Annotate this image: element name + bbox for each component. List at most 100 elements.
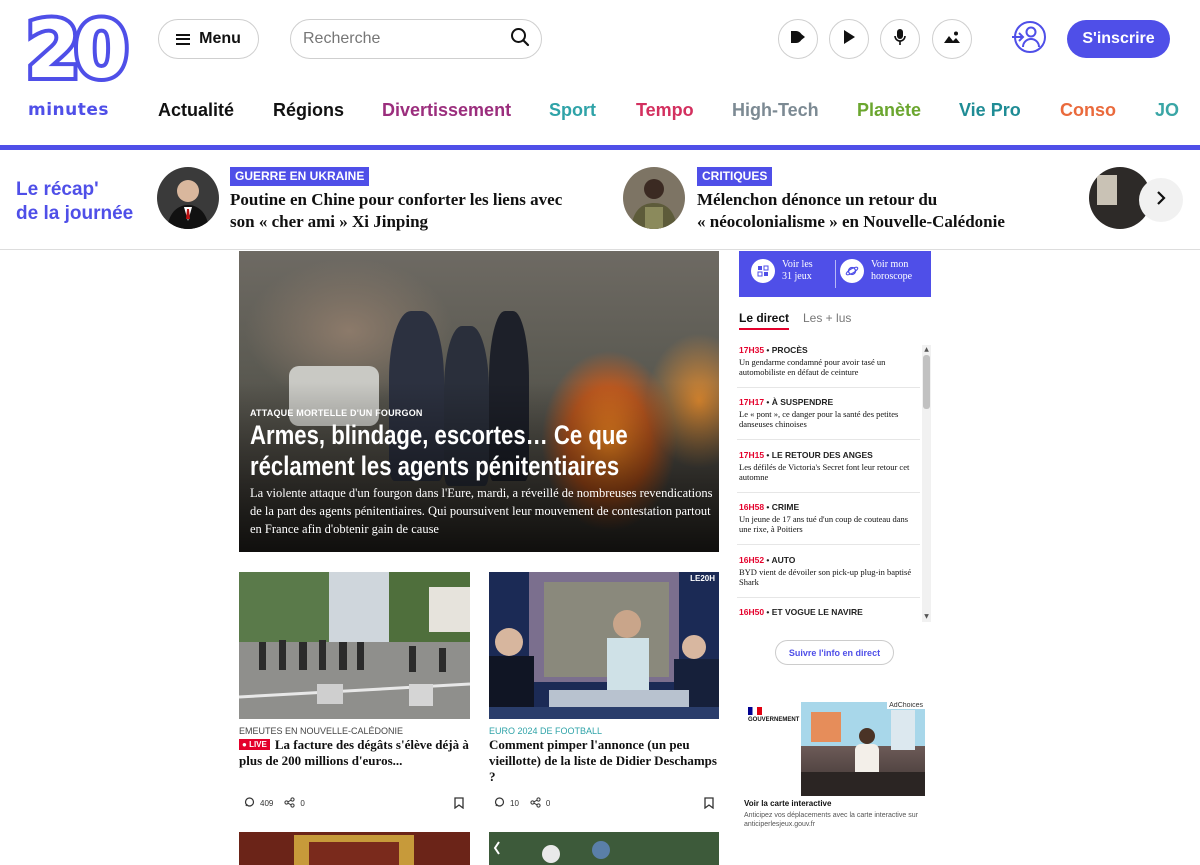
main-nav: Actualité Régions Divertissement Sport T… — [158, 100, 1200, 124]
advertisement[interactable]: GOUVERNEMENT AdChoices Voir la carte int… — [744, 701, 925, 831]
daily-recap: Le récap' de la journée GUERRE EN UKRAIN… — [0, 150, 1200, 250]
audio-button[interactable] — [880, 19, 920, 59]
menu-button[interactable]: Menu — [158, 19, 259, 59]
live-item-time: 16H50 — [739, 607, 765, 617]
recap-headline-line2: son « cher ami » Xi Jinping — [230, 212, 429, 231]
comment-icon[interactable] — [244, 797, 255, 810]
share-icon[interactable] — [530, 797, 541, 810]
live-item-category: PROCÈS — [771, 345, 808, 355]
ad-choices-label[interactable]: AdChoices — [887, 702, 925, 709]
sidebar-tabs: Le direct Les + lus — [739, 311, 931, 331]
recap-thumbnail — [157, 167, 219, 229]
live-item-header: 17H17 • À SUSPENDRE — [739, 397, 834, 407]
article-image[interactable] — [489, 832, 719, 865]
recap-tag: CRITIQUES — [697, 167, 773, 186]
article-kicker: ATTAQUE MORTELLE D'UN FOURGON — [250, 408, 423, 418]
ad-text: Anticipez vos déplacements avec la carte… — [744, 812, 918, 828]
recap-tag: GUERRE EN UKRAINE — [230, 167, 370, 186]
sidebar-cta: Voir les 31 jeux Voir mon horoscope — [739, 251, 931, 297]
card-title[interactable]: ● LIVE La facture des dégâts s'élève déjà… — [239, 737, 470, 769]
nav-item-jo[interactable]: JO — [1155, 100, 1179, 121]
article-image[interactable] — [239, 832, 470, 865]
card-title-text: La facture des dégâts s'élève déjà à plu… — [239, 737, 469, 768]
recap-headline-line1: Mélenchon dénonce un retour du — [697, 190, 938, 209]
live-feed-scrollbar[interactable]: ▲ ▼ — [922, 345, 931, 622]
article-summary: La violente attaque d'un fourgon dans l'… — [250, 486, 713, 536]
podcast-button[interactable] — [778, 19, 818, 59]
live-item[interactable]: 16H52 • AUTO BYD vient de dévoiler son p… — [737, 555, 920, 598]
site-logo[interactable]: 20 minutes — [22, 2, 132, 120]
article-image[interactable] — [239, 572, 470, 719]
live-item-text: Un gendarme condamné pour avoir tasé un … — [739, 357, 886, 377]
recap-title-line1: Le récap' — [16, 179, 99, 200]
games-link[interactable]: Voir les 31 jeux — [751, 259, 820, 283]
live-item-header: 17H15 • LE RETOUR DES ANGES — [739, 450, 873, 460]
bookmark-icon[interactable] — [454, 796, 464, 814]
recap-item[interactable]: CRITIQUES Mélenchon dénonce un retour du… — [623, 167, 1063, 237]
article-image[interactable]: LE20H — [489, 572, 719, 719]
scrollbar-thumb[interactable] — [923, 355, 930, 409]
nav-item-tempo[interactable]: Tempo — [636, 100, 694, 121]
scroll-up-arrow-icon[interactable]: ▲ — [923, 347, 930, 353]
article-title[interactable]: Armes, blindage, escortes… Ce que réclam… — [250, 420, 705, 482]
live-item[interactable]: 17H35 • PROCÈS Un gendarme condamné pour… — [737, 345, 920, 388]
live-item[interactable]: 17H17 • À SUSPENDRE Le « pont », ce dang… — [737, 397, 920, 440]
hamburger-icon — [176, 33, 191, 45]
recap-title: Le récap' de la journée — [16, 178, 133, 226]
cta-divider — [835, 260, 836, 288]
live-item-time: 17H35 — [739, 345, 765, 355]
live-item-category: AUTO — [771, 555, 796, 565]
live-item-category: ET VOGUE LE NAVIRE — [771, 607, 863, 617]
search-box — [290, 19, 542, 59]
bookmark-icon[interactable] — [704, 796, 714, 814]
live-item-time: 16H52 — [739, 555, 765, 565]
live-item-header: 17H35 • PROCÈS — [739, 345, 808, 355]
card-kicker: EURO 2024 DE FOOTBALL — [489, 726, 603, 736]
live-item-time: 16H58 — [739, 502, 765, 512]
share-icon[interactable] — [284, 797, 295, 810]
nav-item-sport[interactable]: Sport — [549, 100, 596, 121]
recap-next-button[interactable] — [1139, 178, 1183, 222]
live-feed: 17H35 • PROCÈS Un gendarme condamné pour… — [737, 345, 922, 622]
card-title[interactable]: Comment pimper l'annonce (un peu vieillo… — [489, 737, 719, 785]
nav-item-planete[interactable]: Planète — [857, 100, 921, 121]
ad-title: Voir la carte interactive — [744, 799, 832, 808]
live-item[interactable]: 17H15 • LE RETOUR DES ANGES Les défilés … — [737, 450, 920, 493]
nav-item-divertissement[interactable]: Divertissement — [382, 100, 511, 121]
games-link-label: Voir les 31 jeux — [782, 259, 813, 282]
live-item[interactable]: 16H50 • ET VOGUE LE NAVIRE — [737, 607, 920, 622]
search-icon[interactable] — [510, 27, 530, 52]
scroll-down-arrow-icon[interactable]: ▼ — [923, 614, 930, 620]
nav-item-actualite[interactable]: Actualité — [158, 100, 234, 121]
recap-headline: Mélenchon dénonce un retour du « néocolo… — [697, 189, 1005, 233]
main-article[interactable]: ATTAQUE MORTELLE D'UN FOURGON Armes, bli… — [239, 251, 719, 552]
nav-item-high-tech[interactable]: High-Tech — [732, 100, 819, 121]
live-badge: ● LIVE — [239, 739, 270, 750]
play-icon — [842, 29, 856, 50]
live-item-text: Le « pont », ce danger pour la santé des… — [739, 409, 899, 429]
tab-live[interactable]: Le direct — [739, 311, 790, 330]
tab-most-read[interactable]: Les + lus — [803, 311, 851, 325]
recap-item[interactable]: GUERRE EN UKRAINE Poutine en Chine pour … — [157, 167, 617, 237]
nav-item-regions[interactable]: Régions — [273, 100, 344, 121]
horoscope-link[interactable]: Voir mon horoscope — [840, 259, 921, 283]
photo-button[interactable] — [932, 19, 972, 59]
live-item-text: Un jeune de 17 ans tué d'un coup de cout… — [739, 514, 909, 534]
live-item[interactable]: 16H58 • CRIME Un jeune de 17 ans tué d'u… — [737, 502, 920, 545]
signup-button[interactable]: S'inscrire — [1067, 20, 1170, 58]
recap-headline: Poutine en Chine pour conforter les lien… — [230, 189, 562, 233]
logo-word: minutes — [28, 100, 110, 120]
live-item-text: BYD vient de dévoiler son pick-up plug-i… — [739, 567, 912, 587]
video-button[interactable] — [829, 19, 869, 59]
recap-headline-line2: « néocolonialisme » en Nouvelle-Calédoni… — [697, 212, 1005, 231]
comment-count: 409 — [260, 799, 274, 808]
ad-image: AdChoices — [801, 702, 925, 796]
nav-item-vie-pro[interactable]: Vie Pro — [959, 100, 1021, 121]
login-button[interactable] — [1008, 19, 1048, 59]
recap-title-line2: de la journée — [16, 203, 134, 224]
follow-live-button[interactable]: Suivre l'info en direct — [775, 640, 894, 665]
live-item-header: 16H52 • AUTO — [739, 555, 796, 565]
nav-item-conso[interactable]: Conso — [1060, 100, 1116, 121]
comment-icon[interactable] — [494, 797, 505, 810]
search-input[interactable] — [303, 30, 510, 48]
